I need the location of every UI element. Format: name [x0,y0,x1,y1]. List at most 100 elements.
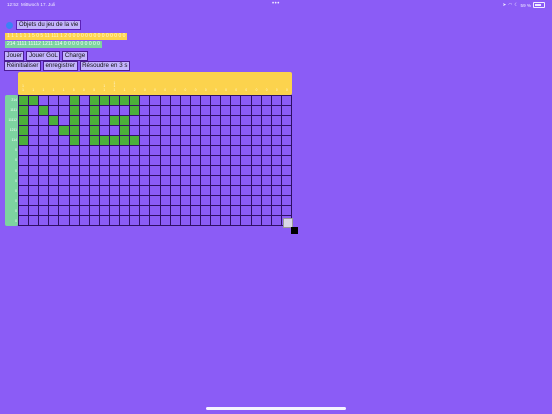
grid-cell[interactable] [150,216,161,226]
grid-cell[interactable] [29,216,40,226]
grid-cell[interactable] [160,116,171,126]
grid-cell[interactable] [120,136,131,146]
grid-cell[interactable] [79,166,90,176]
grid-cell[interactable] [99,196,110,206]
grid-cell[interactable] [211,206,222,216]
grid-cell[interactable] [281,116,292,126]
grid-cell[interactable] [130,186,141,196]
grid-cell[interactable] [190,156,201,166]
grid-cell[interactable] [89,126,100,136]
grid-cell[interactable] [241,156,252,166]
grid-cell[interactable] [180,96,191,106]
grid-cell[interactable] [160,166,171,176]
grid-cell[interactable] [140,146,151,156]
grid-cell[interactable] [231,136,242,146]
grid-cell[interactable] [271,206,282,216]
grid-cell[interactable] [79,116,90,126]
grid-cell[interactable] [130,116,141,126]
grid-cell[interactable] [271,166,282,176]
grid-cell[interactable] [109,176,121,186]
grid-cell[interactable] [150,96,161,106]
grid-cell[interactable] [109,136,121,146]
grid-cell[interactable] [99,116,110,126]
grid-cell[interactable] [251,176,262,186]
grid-cell[interactable] [39,146,50,156]
grid-cell[interactable] [251,116,262,126]
grid-cell[interactable] [59,216,70,226]
grid-cell[interactable] [19,166,30,176]
grid-cell[interactable] [130,216,141,226]
grid-cell[interactable] [160,146,171,156]
grid-cell[interactable] [200,196,212,206]
grid-cell[interactable] [49,216,60,226]
grid-cell[interactable] [231,196,242,206]
grid-cell[interactable] [130,206,141,216]
grid-cell[interactable] [251,216,262,226]
grid-cell[interactable] [130,126,141,136]
grid-cell[interactable] [241,206,252,216]
grid-cell[interactable] [160,136,171,146]
grid-cell[interactable] [231,176,242,186]
grid-cell[interactable] [140,156,151,166]
grid-cell[interactable] [261,106,272,116]
grid-cell[interactable] [19,206,30,216]
grid-cell[interactable] [99,206,110,216]
grid-cell[interactable] [49,126,60,136]
grid-cell[interactable] [109,196,121,206]
grid-cell[interactable] [89,96,100,106]
grid-cell[interactable] [140,186,151,196]
grid-cell[interactable] [170,156,181,166]
grid-cell[interactable] [251,96,262,106]
grid-cell[interactable] [140,96,151,106]
play-gol-button[interactable]: Jouer GoL [26,51,61,61]
grid-cell[interactable] [19,126,30,136]
grid-cell[interactable] [160,176,171,186]
grid-cell[interactable] [160,216,171,226]
grid-cell[interactable] [190,196,201,206]
grid-cell[interactable] [59,146,70,156]
grid-cell[interactable] [261,136,272,146]
grid-cell[interactable] [109,216,121,226]
grid-cell[interactable] [19,216,30,226]
grid-cell[interactable] [211,106,222,116]
grid-cell[interactable] [180,116,191,126]
grid-cell[interactable] [69,176,80,186]
grid-cell[interactable] [190,136,201,146]
grid-cell[interactable] [109,166,121,176]
grid-cell[interactable] [190,186,201,196]
grid-cell[interactable] [170,206,181,216]
grid-cell[interactable] [59,156,70,166]
grid-cell[interactable] [200,96,212,106]
grid-cell[interactable] [29,146,40,156]
grid-cell[interactable] [211,176,222,186]
grid-cell[interactable] [200,116,212,126]
grid-cell[interactable] [180,136,191,146]
grid-cell[interactable] [140,166,151,176]
grid-cell[interactable] [130,166,141,176]
grid-cell[interactable] [251,186,262,196]
grid-cell[interactable] [160,186,171,196]
grid-cell[interactable] [200,186,212,196]
grid-cell[interactable] [130,196,141,206]
grid-cell[interactable] [89,146,100,156]
grid-cell[interactable] [150,116,161,126]
grid-cell[interactable] [261,166,272,176]
grid-cell[interactable] [140,126,151,136]
grid-cell[interactable] [271,196,282,206]
grid-cell[interactable] [281,136,292,146]
grid-cell[interactable] [261,186,272,196]
grid-cell[interactable] [180,196,191,206]
grid-cell[interactable] [19,176,30,186]
grid-cell[interactable] [130,106,141,116]
grid-cell[interactable] [79,136,90,146]
grid-cell[interactable] [99,166,110,176]
grid-cell[interactable] [140,196,151,206]
grid-cell[interactable] [281,176,292,186]
grid-cell[interactable] [180,146,191,156]
grid-cell[interactable] [271,186,282,196]
grid-cell[interactable] [49,136,60,146]
multitasking-dots-icon[interactable]: ••• [272,1,280,7]
grid-cell[interactable] [271,146,282,156]
grid-cell[interactable] [140,106,151,116]
grid-cell[interactable] [231,186,242,196]
